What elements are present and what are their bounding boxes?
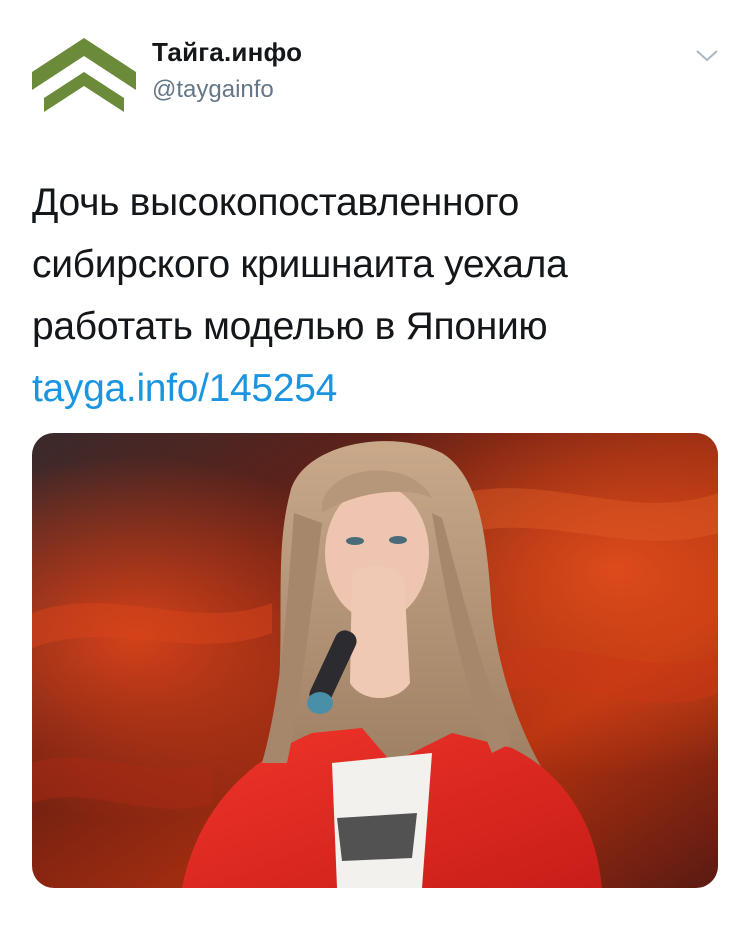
- tweet-text-line: работать моделью в Японию: [32, 305, 548, 348]
- photo-image: [32, 433, 718, 888]
- account-handle[interactable]: @taygainfo: [152, 76, 274, 104]
- tweet-text-line: сибирского кришнаита уехала: [32, 243, 568, 286]
- tweet-photo[interactable]: [32, 433, 718, 888]
- tweet-link[interactable]: tayga.info/145254: [32, 358, 722, 420]
- tweet-menu-button[interactable]: [692, 44, 722, 66]
- chevron-down-icon: [696, 50, 718, 62]
- account-name[interactable]: Тайга.инфо: [152, 37, 302, 68]
- tweet-text: Дочь высокопоставленного сибирского криш…: [32, 172, 722, 420]
- tweet-card[interactable]: Тайга.инфо @taygainfo Дочь высокопоставл…: [0, 0, 750, 927]
- taiga-logo-icon: [32, 38, 136, 112]
- account-avatar[interactable]: [30, 20, 138, 118]
- tweet-text-line: Дочь высокопоставленного: [32, 181, 520, 224]
